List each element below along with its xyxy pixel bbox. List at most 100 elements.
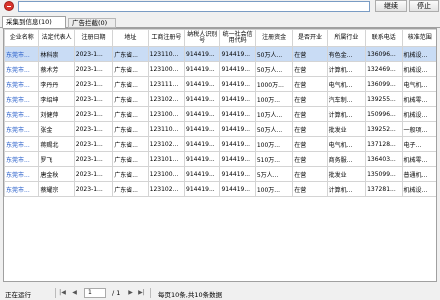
table-cell[interactable]: 东莞市... <box>4 136 40 152</box>
table-cell[interactable]: 135099... <box>365 166 403 182</box>
table-cell[interactable]: 计算机... <box>326 61 367 77</box>
table-cell[interactable]: 在营 <box>292 61 328 77</box>
table-cell[interactable]: 510万... <box>254 151 294 167</box>
table-cell[interactable]: 批发业 <box>326 166 367 182</box>
table-cell[interactable]: 914419... <box>219 46 256 62</box>
table-cell[interactable]: 电子... <box>401 136 436 152</box>
table-cell[interactable]: 914419... <box>184 76 221 92</box>
table-cell[interactable]: 机械设... <box>401 61 436 77</box>
table-cell[interactable]: 一般项... <box>401 121 436 137</box>
column-header[interactable]: 所属行业 <box>326 29 367 47</box>
table-row[interactable]: 东莞市... 刘健萍 2023-1... 广东省... 123100... 914419.… <box>4 106 436 122</box>
data-grid[interactable]: 企业名称 法定代表人 注册日期 地址 工商注册号 纳税人识别号 统一社会信用代码 注册资金 是否… <box>3 28 437 282</box>
table-cell[interactable]: 广东省... <box>112 166 149 182</box>
table-cell[interactable]: 123111... <box>147 76 186 92</box>
table-cell[interactable]: 林科崇 <box>38 46 75 62</box>
table-cell[interactable]: 2023-1... <box>73 61 114 77</box>
table-cell[interactable]: 在营 <box>292 91 328 107</box>
table-cell[interactable]: 广东省... <box>112 46 149 62</box>
column-header[interactable]: 工商注册号 <box>147 29 186 47</box>
table-cell[interactable]: 137128... <box>365 136 403 152</box>
table-cell[interactable]: 914419... <box>184 121 221 137</box>
table-cell[interactable]: 在营 <box>292 136 328 152</box>
table-cell[interactable]: 广东省... <box>112 91 149 107</box>
table-cell[interactable]: 在营 <box>292 76 328 92</box>
table-cell[interactable]: 东莞市... <box>4 61 40 77</box>
table-cell[interactable]: 123102... <box>147 136 186 152</box>
table-cell[interactable]: 2023-1... <box>73 136 114 152</box>
table-cell[interactable]: 机械零... <box>401 91 436 107</box>
table-cell[interactable]: 普通机... <box>401 166 436 182</box>
table-cell[interactable]: 914419... <box>219 181 256 197</box>
table-cell[interactable]: 电气机... <box>326 76 367 92</box>
table-row[interactable]: 东莞市... 罗飞 2023-1... 广东省... 123101... 914419..… <box>4 151 436 167</box>
table-cell[interactable]: 123110... <box>147 46 186 62</box>
table-cell[interactable]: 在营 <box>292 46 328 62</box>
table-cell[interactable]: 136099... <box>365 76 403 92</box>
table-cell[interactable]: 计算机... <box>326 181 367 197</box>
table-cell[interactable]: 139252... <box>365 121 403 137</box>
table-cell[interactable]: 1000万... <box>254 76 294 92</box>
table-cell[interactable]: 机械设... <box>401 181 436 197</box>
table-cell[interactable]: 东莞市... <box>4 91 40 107</box>
table-cell[interactable]: 123102... <box>147 181 186 197</box>
table-cell[interactable]: 罗飞 <box>38 151 75 167</box>
table-cell[interactable]: 914419... <box>219 151 256 167</box>
table-cell[interactable]: 123100... <box>147 106 186 122</box>
table-cell[interactable]: 在营 <box>292 151 328 167</box>
table-cell[interactable]: 123110... <box>147 121 186 137</box>
table-row[interactable]: 东莞市... 李丹丹 2023-1... 广东省... 123111... 914419.… <box>4 76 436 92</box>
table-cell[interactable]: 2023-1... <box>73 166 114 182</box>
table-cell[interactable]: 914419... <box>184 166 221 182</box>
table-cell[interactable]: 广东省... <box>112 121 149 137</box>
table-cell[interactable]: 914419... <box>184 91 221 107</box>
table-cell[interactable]: 东莞市... <box>4 76 40 92</box>
table-cell[interactable]: 139255... <box>365 91 403 107</box>
table-cell[interactable]: 2023-1... <box>73 151 114 167</box>
table-cell[interactable]: 东莞市... <box>4 106 40 122</box>
table-cell[interactable]: 张金 <box>38 121 75 137</box>
table-cell[interactable]: 在营 <box>292 106 328 122</box>
table-cell[interactable]: 914419... <box>184 181 221 197</box>
table-cell[interactable]: 5万人... <box>254 166 294 182</box>
page-number-input[interactable]: 1 <box>84 288 106 298</box>
table-cell[interactable]: 100万... <box>254 91 294 107</box>
prev-page-icon[interactable]: ◀ <box>70 288 79 298</box>
table-cell[interactable]: 李绍坤 <box>38 91 75 107</box>
table-cell[interactable]: 东莞市... <box>4 181 40 197</box>
table-cell[interactable]: 914419... <box>219 166 256 182</box>
table-cell[interactable]: 广东省... <box>112 61 149 77</box>
table-cell[interactable]: 批发业 <box>326 121 367 137</box>
table-cell[interactable]: 914419... <box>184 46 221 62</box>
table-cell[interactable]: 50万人... <box>254 121 294 137</box>
next-page-icon[interactable]: ▶ <box>126 288 135 298</box>
table-cell[interactable]: 在营 <box>292 181 328 197</box>
table-cell[interactable]: 李丹丹 <box>38 76 75 92</box>
table-cell[interactable]: 广东省... <box>112 106 149 122</box>
table-cell[interactable]: 914419... <box>219 106 256 122</box>
table-cell[interactable]: 100万... <box>254 136 294 152</box>
table-cell[interactable]: 汽车制... <box>326 91 367 107</box>
table-cell[interactable]: 2023-1... <box>73 181 114 197</box>
table-cell[interactable]: 蔡术芳 <box>38 61 75 77</box>
table-cell[interactable]: 914419... <box>184 151 221 167</box>
table-cell[interactable]: 914419... <box>219 136 256 152</box>
table-cell[interactable]: 50万人... <box>254 46 294 62</box>
table-cell[interactable]: 商务服... <box>326 151 367 167</box>
table-cell[interactable]: 东莞市... <box>4 46 40 62</box>
column-header[interactable]: 统一社会信用代码 <box>219 29 256 47</box>
table-cell[interactable]: 东莞市... <box>4 166 40 182</box>
table-cell[interactable]: 在营 <box>292 166 328 182</box>
table-row[interactable]: 东莞市... 李绍坤 2023-1... 广东省... 123102... 914419.… <box>4 91 436 107</box>
table-row[interactable]: 东莞市... 蒋赐北 2023-1... 广东省... 123102... 914419.… <box>4 136 436 152</box>
table-cell[interactable]: 150996... <box>365 106 403 122</box>
table-cell[interactable]: 123100... <box>147 166 186 182</box>
table-cell[interactable]: 机械设... <box>401 46 436 62</box>
table-cell[interactable]: 计算机... <box>326 106 367 122</box>
table-cell[interactable]: 2023-1... <box>73 76 114 92</box>
table-cell[interactable]: 50万人... <box>254 61 294 77</box>
table-cell[interactable]: 123102... <box>147 91 186 107</box>
table-cell[interactable]: 2023-1... <box>73 46 114 62</box>
table-cell[interactable]: 刘健萍 <box>38 106 75 122</box>
column-header[interactable]: 联系电话 <box>365 29 403 47</box>
